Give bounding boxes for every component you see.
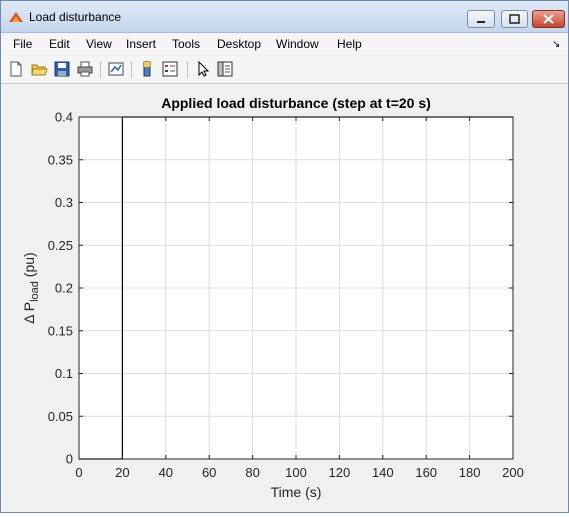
plot-svg: 0 20 40 60 80 100 120 140 160 180 200 0 0.05 0.1 0.15…	[21, 95, 524, 500]
y-tick-label: 0.35	[48, 152, 73, 167]
x-tick-label: 80	[245, 465, 259, 480]
y-tick-label: 0	[66, 452, 73, 467]
menu-help[interactable]: Help	[337, 37, 362, 51]
x-tick-label: 60	[202, 465, 216, 480]
link-plot-icon[interactable]	[107, 60, 125, 78]
window-title: Load disturbance	[29, 10, 122, 24]
menu-window[interactable]: Window	[276, 37, 319, 51]
x-tick-label: 200	[502, 465, 524, 480]
close-button[interactable]	[532, 10, 565, 28]
y-tick-label: 0.3	[55, 195, 73, 210]
minimize-button[interactable]	[467, 10, 495, 28]
new-file-icon[interactable]	[7, 60, 25, 78]
maximize-icon	[509, 14, 520, 24]
menu-view[interactable]: View	[86, 37, 112, 51]
y-tick-label: 0.25	[48, 238, 73, 253]
minimize-icon	[477, 21, 485, 23]
x-tick-label: 140	[372, 465, 394, 480]
close-icon	[543, 14, 554, 24]
y-tick-label: 0.4	[55, 110, 73, 125]
matlab-logo-icon	[9, 12, 23, 22]
toolbar	[1, 56, 568, 84]
menu-edit[interactable]: Edit	[49, 37, 70, 51]
property-inspector-icon[interactable]	[216, 60, 234, 78]
open-folder-icon[interactable]	[30, 60, 48, 78]
menu-file[interactable]: File	[13, 37, 32, 51]
x-tick-label: 20	[115, 465, 129, 480]
pointer-icon[interactable]	[194, 60, 212, 78]
menu-bar: File Edit View Insert Tools Desktop Wind…	[1, 33, 568, 55]
title-bar[interactable]: Load disturbance	[1, 1, 568, 33]
toolbar-separator	[187, 61, 188, 78]
y-tick-labels: 0 0.05 0.1 0.15 0.2 0.25 0.3 0.35 0.4	[48, 110, 73, 467]
x-tick-label: 160	[415, 465, 437, 480]
x-tick-label: 180	[459, 465, 481, 480]
y-tick-label: 0.2	[55, 281, 73, 296]
x-axis-label: Time (s)	[271, 484, 322, 500]
chart-title: Applied load disturbance (step at t=20 s…	[161, 95, 431, 111]
y-tick-label: 0.15	[48, 323, 73, 338]
menu-tools[interactable]: Tools	[172, 37, 200, 51]
print-icon[interactable]	[76, 60, 94, 78]
save-icon[interactable]	[53, 60, 71, 78]
x-tick-label: 0	[75, 465, 82, 480]
toolbar-separator	[131, 61, 132, 78]
figure-window: Load disturbance File Edit View Insert T…	[0, 0, 569, 513]
x-tick-labels: 0 20 40 60 80 100 120 140 160 180 200	[75, 465, 523, 480]
insert-legend-icon[interactable]	[161, 60, 179, 78]
maximize-button[interactable]	[501, 10, 528, 28]
y-tick-label: 0.1	[55, 366, 73, 381]
y-axis-label: Δ Pload (pu)	[21, 252, 41, 323]
x-tick-label: 120	[329, 465, 351, 480]
x-tick-label: 40	[159, 465, 173, 480]
insert-colorbar-icon[interactable]	[138, 60, 156, 78]
y-tick-label: 0.05	[48, 409, 73, 424]
menu-desktop[interactable]: Desktop	[217, 37, 261, 51]
menu-insert[interactable]: Insert	[126, 37, 156, 51]
toolbar-separator	[100, 61, 101, 78]
figure-canvas: 0 20 40 60 80 100 120 140 160 180 200 0 0.05 0.1 0.15…	[1, 84, 568, 512]
dock-arrow-icon[interactable]: ↘	[552, 39, 560, 50]
x-tick-label: 100	[285, 465, 307, 480]
